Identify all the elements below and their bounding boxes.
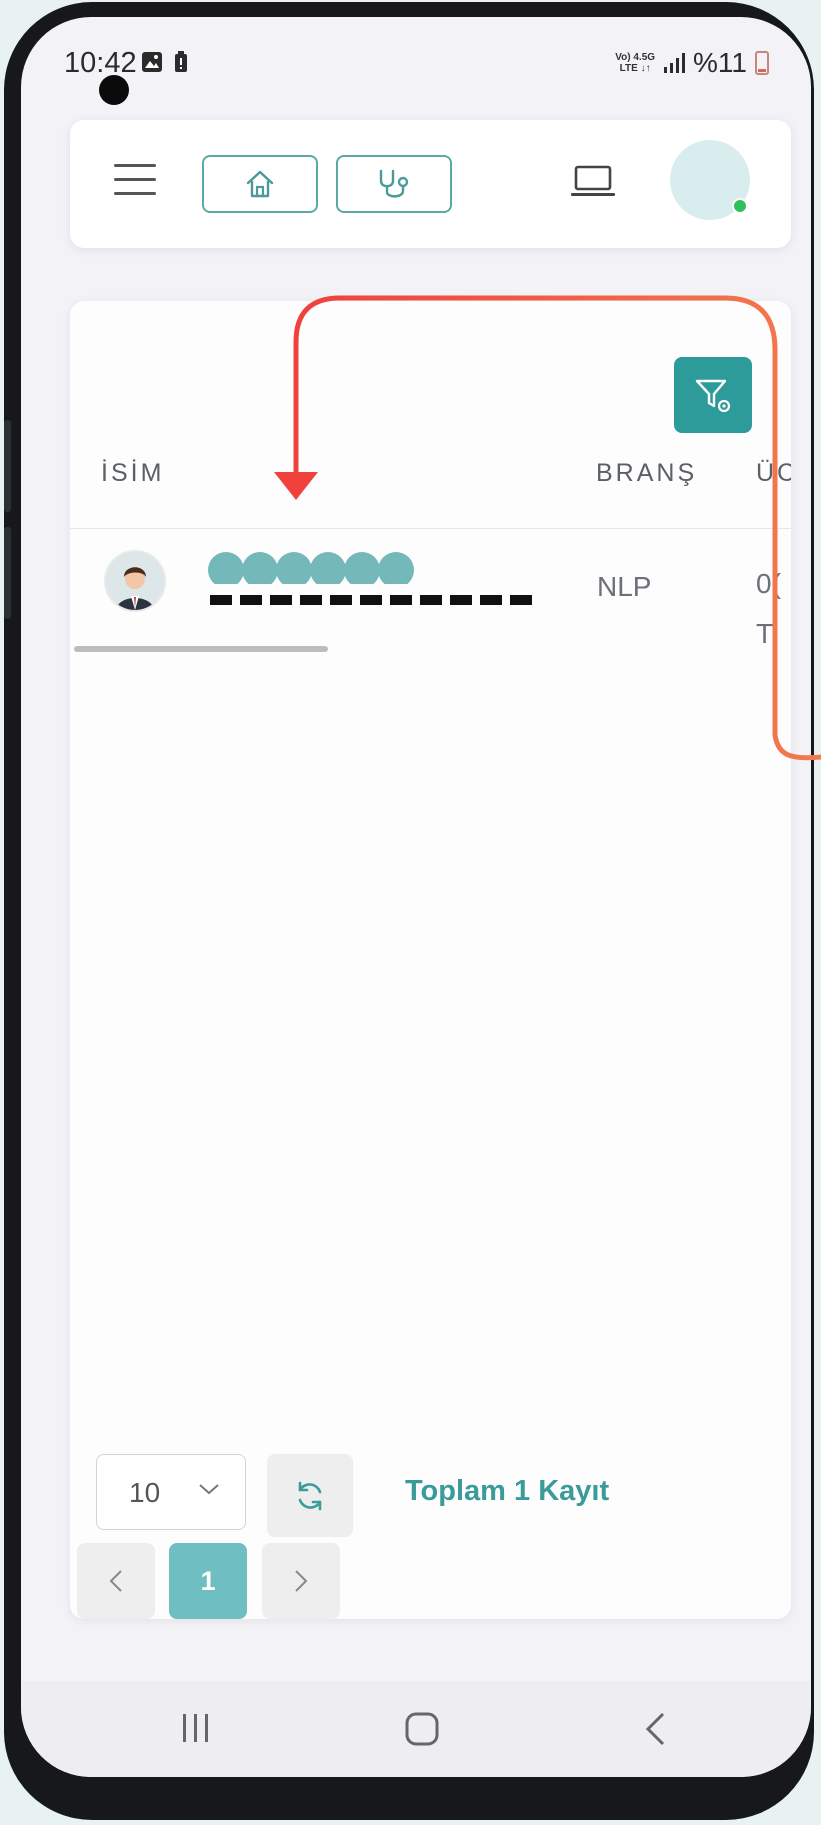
home-nav-icon[interactable] [404,1711,440,1747]
doctor-fee-line-2: T [756,618,774,649]
user-avatar[interactable] [670,140,750,220]
home-icon [246,170,274,198]
screen: 10:42 Vo) 4.5G LTE ↓↑ %11 İSİM BRANŞ ÜC … [21,17,811,1777]
page-size-value: 10 [129,1477,161,1508]
stethoscope-icon [379,169,409,198]
doctor-fee: 0( T [756,559,781,659]
phone-frame: 10:42 Vo) 4.5G LTE ↓↑ %11 İSİM BRANŞ ÜC … [4,2,814,1820]
signal-icon [664,53,686,73]
battery-percent: %11 [693,47,747,78]
doctors-table-card: İSİM BRANŞ ÜC NLP 0(T 10 Toplam 1 Kayıt… [70,301,791,1619]
filter-settings-icon [695,379,731,413]
volume-up-button [4,420,11,512]
doctor-branch: NLP [597,571,652,602]
network-line-1: Vo) 4.5G [615,52,656,63]
refresh-icon [298,1481,322,1510]
network-indicator: Vo) 4.5G LTE ↓↑ [615,52,655,74]
back-icon[interactable] [643,1711,667,1747]
doctor-avatar-image [106,552,164,610]
top-navbar [70,120,791,248]
page-1-button[interactable]: 1 [169,1543,247,1619]
page-size-select[interactable]: 10 [96,1454,246,1530]
doctor-avatar [104,550,166,612]
table-row[interactable]: NLP 0( T [70,529,791,649]
column-header-name: İSİM [101,459,165,487]
chevron-down-icon [199,1484,219,1495]
previous-page-button[interactable] [77,1543,155,1619]
laptop-icon[interactable] [570,164,616,200]
total-records: Toplam 1 Kayıt [405,1475,610,1507]
online-status-dot [732,198,748,214]
doctor-name [208,552,426,584]
next-page-button[interactable] [262,1543,340,1619]
column-header-branch: BRANŞ [596,459,698,487]
status-time: 10:42 [64,47,137,79]
android-nav-bar [21,1681,811,1777]
network-line-2: LTE ↓↑ [619,63,651,74]
status-bar: 10:42 Vo) 4.5G LTE ↓↑ %11 [21,17,811,105]
doctor-email [210,595,540,605]
recent-apps-icon[interactable] [179,1711,213,1745]
chevron-left-icon [109,1570,122,1592]
filter-button[interactable] [674,357,752,433]
chevron-right-icon [295,1570,308,1592]
gallery-icon [142,52,162,72]
battery-icon [755,51,769,75]
column-header-fee: ÜC [756,459,791,487]
front-camera [99,75,129,105]
home-button[interactable] [202,155,318,213]
doctor-fee-line-1: 0( [756,568,781,599]
hamburger-icon[interactable] [114,164,156,196]
refresh-button[interactable] [267,1454,353,1537]
battery-alert-icon [175,51,187,72]
doctors-button[interactable] [336,155,452,213]
status-right: Vo) 4.5G LTE ↓↑ %11 [615,47,769,79]
volume-down-button [4,527,11,619]
horizontal-scrollbar[interactable] [74,646,328,652]
